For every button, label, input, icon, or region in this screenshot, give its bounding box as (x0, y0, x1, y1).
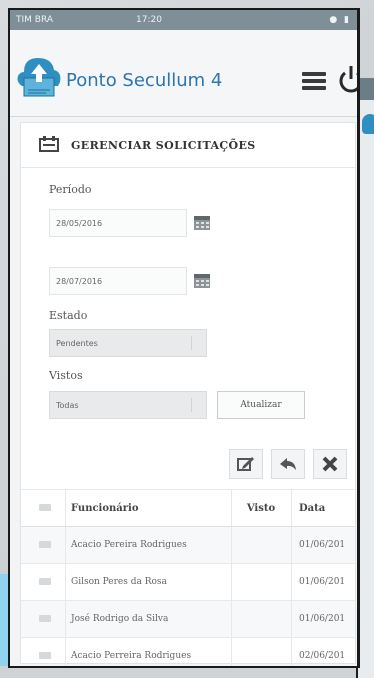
cell-visto (237, 564, 285, 600)
table-row[interactable]: José Rodrigo da Silva 01/06/201 (21, 601, 355, 638)
cell-visto (237, 527, 285, 563)
row-checkbox[interactable] (39, 541, 51, 548)
manage-requests-panel: GERENCIAR SOLICITAÇÕES Período 28/05/201… (20, 122, 356, 666)
phone-screen: TIM BRA 17:20 ● ▮ Ponto Secullum 4 GEREN… (8, 8, 360, 668)
header-funcionario[interactable]: Funcionário (71, 490, 231, 526)
status-bar: TIM BRA 17:20 ● ▮ (10, 10, 357, 30)
close-icon (322, 456, 338, 472)
table-row[interactable]: Acacio Pereira Rodrigues 01/06/201 (21, 527, 355, 564)
cell-funcionario: José Rodrigo da Silva (71, 614, 169, 624)
estado-select[interactable]: Pendentes (49, 329, 207, 357)
cell-data: 02/06/201 (299, 651, 346, 661)
second-phone-logo-icon (362, 114, 374, 134)
app-title: Ponto Secullum 4 (66, 70, 223, 91)
battery-icon: ● ▮ (329, 15, 351, 25)
cell-funcionario: Acacio Perreira Rodrigues (71, 651, 192, 661)
header-visto[interactable]: Visto (237, 490, 285, 526)
reply-icon (280, 458, 296, 470)
requests-table: Funcionário Visto Data Acacio Pereira Ro… (21, 489, 355, 666)
calendar-icon[interactable] (193, 271, 211, 289)
cell-data: 01/06/201 (299, 614, 346, 624)
status-time: 17:20 (136, 15, 162, 25)
table-row[interactable]: Acacio Perreira Rodrigues 02/06/201 (21, 638, 355, 666)
carrier-label: TIM BRA (16, 15, 53, 25)
menu-icon[interactable] (302, 72, 326, 92)
vistos-value: Todas (56, 400, 79, 410)
date-to-input[interactable]: 28/07/2016 (49, 267, 187, 295)
cell-funcionario: Acacio Pereira Rodrigues (71, 540, 187, 550)
edit-button[interactable] (229, 449, 263, 479)
vistos-label: Vistos (49, 369, 83, 382)
delete-button[interactable] (313, 449, 347, 479)
app-logo-icon (17, 58, 61, 97)
cell-data: 01/06/201 (299, 577, 346, 587)
chevron-down-icon (191, 336, 200, 350)
table-row[interactable]: Gilson Peres da Rosa 01/06/201 (21, 564, 355, 601)
chevron-down-icon (191, 398, 200, 412)
cell-data: 01/06/201 (299, 540, 346, 550)
app-header: Ponto Secullum 4 (10, 30, 357, 117)
cell-funcionario: Gilson Peres da Rosa (71, 577, 167, 587)
atualizar-button[interactable]: Atualizar (217, 391, 305, 419)
panel-title: GERENCIAR SOLICITAÇÕES (71, 139, 256, 152)
list-icon (39, 136, 59, 152)
table-header: Funcionário Visto Data (21, 489, 355, 527)
row-checkbox[interactable] (39, 615, 51, 622)
cell-visto (237, 638, 285, 666)
calendar-icon[interactable] (193, 213, 211, 231)
reply-button[interactable] (271, 449, 305, 479)
vistos-select[interactable]: Todas (49, 391, 207, 419)
header-data[interactable]: Data (299, 490, 357, 526)
date-from-input[interactable]: 28/05/2016 (49, 209, 187, 237)
edit-icon (237, 457, 254, 471)
periodo-label: Período (49, 183, 92, 196)
power-icon[interactable] (338, 64, 360, 94)
estado-label: Estado (49, 309, 88, 322)
row-checkbox[interactable] (39, 652, 51, 659)
estado-value: Pendentes (56, 338, 98, 348)
cell-visto (237, 601, 285, 637)
select-all-checkbox[interactable] (39, 504, 51, 511)
second-phone-status-bar (358, 78, 374, 100)
row-checkbox[interactable] (39, 578, 51, 585)
panel-header: GERENCIAR SOLICITAÇÕES (21, 123, 355, 168)
